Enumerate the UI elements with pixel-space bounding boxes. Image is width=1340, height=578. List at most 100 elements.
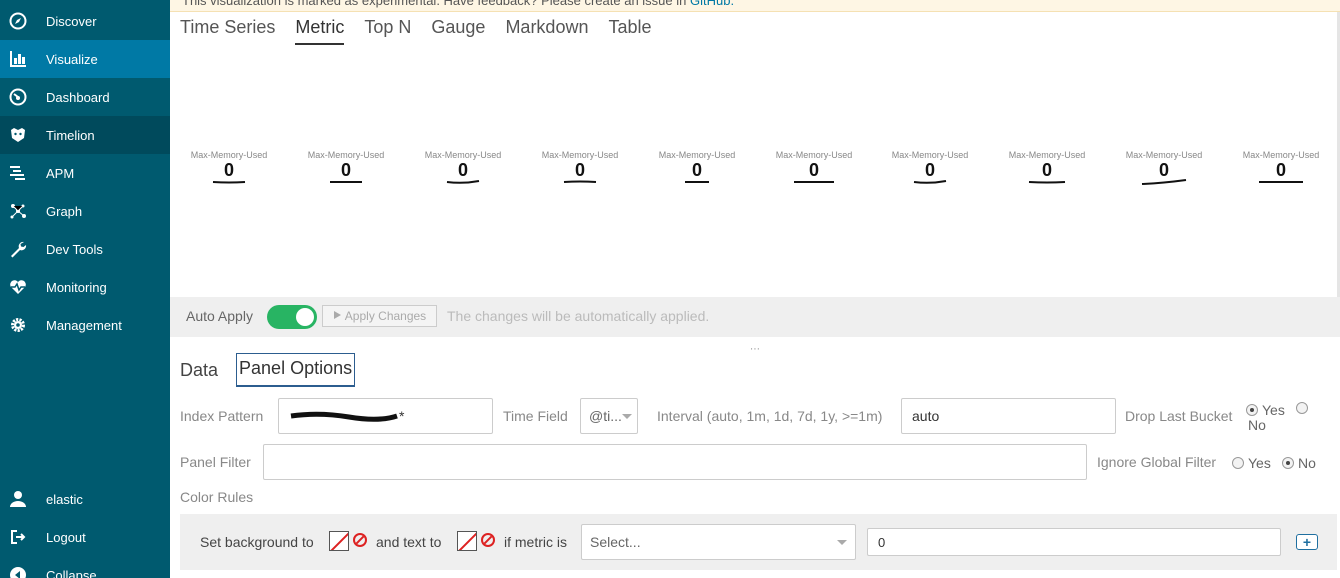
metric-tile: Max-Memory-Used 0 xyxy=(413,150,513,185)
drop-last-bucket-no-label: No xyxy=(1248,417,1266,433)
redacted-scribble xyxy=(290,411,398,422)
metric-label: Max-Memory-Used xyxy=(1008,150,1086,160)
ignore-global-filter-no[interactable]: No xyxy=(1282,455,1316,471)
banner-text: This visualization is marked as experime… xyxy=(182,0,734,8)
sidebar-item-label: elastic xyxy=(46,491,83,507)
tab-time-series[interactable]: Time Series xyxy=(180,17,275,45)
sidebar-item-visualize[interactable]: Visualize xyxy=(0,40,170,78)
metric-tile: Max-Memory-Used 0 xyxy=(647,150,747,185)
metric-label: Max-Memory-Used xyxy=(1242,150,1320,160)
drop-last-bucket-yes[interactable]: Yes xyxy=(1246,402,1285,418)
metric-tile: Max-Memory-Used 0 xyxy=(1114,150,1214,185)
and-text-label: and text to xyxy=(376,534,442,550)
interval-input[interactable]: auto xyxy=(901,398,1116,434)
radio-label: No xyxy=(1298,455,1316,471)
metric-value: 0 xyxy=(574,160,585,180)
background-color-swatch[interactable] xyxy=(329,531,349,551)
tab-top-n[interactable]: Top N xyxy=(364,17,411,45)
metric-label: Max-Memory-Used xyxy=(190,150,268,160)
add-rule-button[interactable]: + xyxy=(1296,534,1318,550)
github-link[interactable]: GitHub. xyxy=(690,0,734,8)
user-icon xyxy=(0,490,36,508)
drop-last-bucket-no-radio[interactable] xyxy=(1296,402,1308,414)
sidebar-item-discover[interactable]: Discover xyxy=(0,2,170,40)
chevron-down-icon xyxy=(837,539,847,545)
metric-value: 0 xyxy=(1275,160,1286,180)
color-rule-row: Set background to and text to if metric … xyxy=(180,514,1337,570)
interval-label: Interval (auto, 1m, 1d, 7d, 1y, >=1m) xyxy=(657,408,883,424)
text-color-swatch[interactable] xyxy=(457,531,477,551)
ignore-global-filter-yes[interactable]: Yes xyxy=(1232,455,1271,471)
index-pattern-input[interactable]: * xyxy=(278,398,493,434)
tab-panel-options[interactable]: Panel Options xyxy=(236,353,356,387)
metric-value: 0 xyxy=(691,160,702,180)
threshold-value-input[interactable]: 0 xyxy=(867,528,1281,556)
tab-markdown[interactable]: Markdown xyxy=(505,17,588,45)
sidebar-item-label: Timelion xyxy=(46,127,95,143)
radio-unselected xyxy=(1296,402,1308,414)
sidebar-item-management[interactable]: Management xyxy=(0,306,170,344)
operator-select[interactable]: Select... xyxy=(581,524,856,560)
clear-text-color-icon[interactable] xyxy=(481,533,495,547)
interval-value: auto xyxy=(912,408,940,424)
time-field-select[interactable]: @ti... xyxy=(580,398,638,434)
metric-value: 0 xyxy=(457,160,468,180)
threshold-value: 0 xyxy=(878,534,886,550)
metric-value: 0 xyxy=(1041,160,1052,180)
if-metric-label: if metric is xyxy=(504,534,567,550)
gear-icon xyxy=(0,316,36,334)
metric-value: 0 xyxy=(340,160,351,180)
metric-label: Max-Memory-Used xyxy=(1125,150,1203,160)
metric-label: Max-Memory-Used xyxy=(891,150,969,160)
resize-handle[interactable]: ⋯ xyxy=(750,344,760,355)
chevron-down-icon xyxy=(621,413,632,419)
sidebar-item-label: Logout xyxy=(46,529,86,545)
metric-value: 0 xyxy=(808,160,819,180)
sidebar-item-graph[interactable]: Graph xyxy=(0,192,170,230)
sidebar-item-dashboard[interactable]: Dashboard xyxy=(0,78,170,116)
sidebar-item-apm[interactable]: APM xyxy=(0,154,170,192)
collapse-icon xyxy=(0,566,36,578)
panel-filter-input[interactable] xyxy=(263,444,1087,480)
apply-changes-label: Apply Changes xyxy=(344,309,427,323)
color-rules-label: Color Rules xyxy=(180,489,254,505)
radio-unselected xyxy=(1232,457,1244,469)
apply-changes-button[interactable]: Apply Changes xyxy=(322,305,437,327)
sidebar-item-label: Visualize xyxy=(46,51,98,67)
clear-background-icon[interactable] xyxy=(353,533,367,547)
drop-last-bucket-label: Drop Last Bucket xyxy=(1125,408,1233,424)
main-panel: This visualization is marked as experime… xyxy=(170,0,1340,578)
auto-apply-toggle[interactable] xyxy=(267,305,317,329)
apply-bar: Auto Apply Apply Changes The changes wil… xyxy=(170,297,1340,337)
radio-label: Yes xyxy=(1248,455,1271,471)
metric-visualization: Max-Memory-Used 0 Max-Memory-Used 0 Max-… xyxy=(170,50,1340,296)
metric-value: 0 xyxy=(223,160,234,180)
metric-label: Max-Memory-Used xyxy=(424,150,502,160)
editor-tabs: Data Panel Options xyxy=(180,352,373,388)
sidebar-item-monitoring[interactable]: Monitoring xyxy=(0,268,170,306)
sidebar-item-label: Monitoring xyxy=(46,279,107,295)
sidebar-item-label: Discover xyxy=(46,13,97,29)
metric-tile: Max-Memory-Used 0 xyxy=(880,150,980,185)
sidebar-item-label: Dev Tools xyxy=(46,241,103,257)
sidebar-item-dev-tools[interactable]: Dev Tools xyxy=(0,230,170,268)
bar-chart-icon xyxy=(0,50,36,68)
auto-apply-label: Auto Apply xyxy=(186,308,253,324)
apm-icon xyxy=(0,164,36,182)
radio-selected xyxy=(1282,457,1294,469)
sidebar: Discover Visualize Dashboard Timelion AP… xyxy=(0,0,170,578)
viz-type-tabs: Time Series Metric Top N Gauge Markdown … xyxy=(180,17,652,45)
sidebar-item-timelion[interactable]: Timelion xyxy=(0,116,170,154)
wrench-icon xyxy=(0,240,36,258)
tab-gauge[interactable]: Gauge xyxy=(431,17,485,45)
sidebar-item-label: Collapse xyxy=(46,567,97,578)
sidebar-item-collapse[interactable]: Collapse xyxy=(0,556,170,578)
sidebar-item-logout[interactable]: Logout xyxy=(0,518,170,556)
tab-metric[interactable]: Metric xyxy=(295,17,345,45)
tab-data[interactable]: Data xyxy=(180,360,218,381)
operator-placeholder: Select... xyxy=(590,534,641,550)
sidebar-item-user[interactable]: elastic xyxy=(0,480,170,518)
graph-icon xyxy=(0,202,36,220)
logout-icon xyxy=(0,528,36,546)
tab-table[interactable]: Table xyxy=(608,17,651,45)
